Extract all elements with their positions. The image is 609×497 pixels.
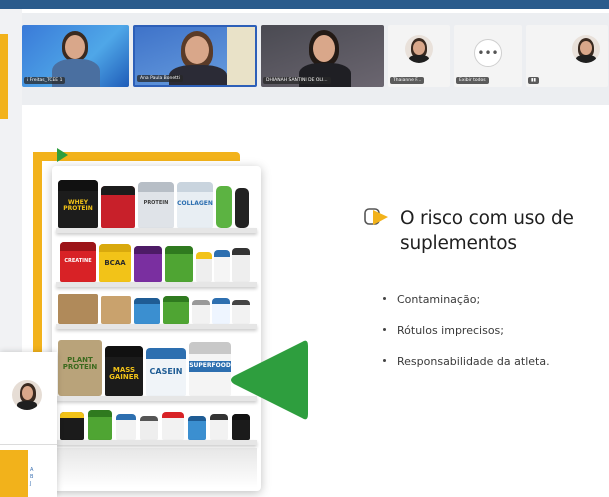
- participant-name: i Freitas_TCEE 1: [24, 77, 66, 84]
- list-item: Rótulos imprecisos;: [383, 324, 603, 355]
- supplement-jar: [162, 412, 184, 440]
- overlay-text: A B J: [30, 467, 34, 487]
- list-item: Responsabilidade da atleta.: [383, 355, 603, 386]
- view-all-tile[interactable]: ••• Exibir todos: [454, 25, 522, 87]
- collagen-jar: COLLAGEN: [177, 182, 213, 228]
- shaker-bottle: [216, 186, 232, 228]
- protein-jar: PROTEIN: [138, 182, 174, 228]
- supplement-jar: [60, 412, 84, 440]
- supplement-jar: [116, 414, 136, 440]
- supplement-jar: [165, 246, 193, 282]
- participant-name: Ana Paula Bonetti: [137, 75, 183, 82]
- supplement-jar: [196, 252, 212, 282]
- slide-title: O risco com uso de suplementos: [400, 206, 605, 256]
- view-all-label: Exibir todos: [456, 77, 489, 84]
- participant-tile-6[interactable]: ▮▮: [526, 25, 608, 87]
- supplement-jar: [88, 410, 112, 440]
- participant-name: Thaianne F...: [390, 77, 425, 84]
- shaker-bottle: [235, 188, 249, 228]
- signal-icon: ▮▮: [528, 77, 539, 84]
- supplement-jar: [192, 300, 210, 324]
- supplement-jar: [232, 248, 250, 282]
- participants-strip: i Freitas_TCEE 1 Ana Paula Bonetti DHIAN…: [22, 13, 609, 105]
- participant-tile-1[interactable]: i Freitas_TCEE 1: [22, 25, 129, 87]
- supplement-jar: [140, 416, 158, 440]
- plant-protein-bag: PLANT PROTEIN: [58, 340, 102, 396]
- bcaa-jar: BCAA: [99, 244, 131, 282]
- casein-jar: CASEIN: [146, 348, 186, 396]
- creatine-jar: CREATINE: [60, 242, 96, 282]
- supplement-jar: [134, 246, 162, 282]
- whey-protein-jar: WHEY PROTEIN: [58, 180, 98, 228]
- green-arrow-icon: [231, 340, 308, 420]
- supplement-jar: [188, 416, 206, 440]
- supplement-jar: [101, 186, 135, 228]
- participant-tile-2[interactable]: Ana Paula Bonetti: [133, 25, 257, 87]
- avatar: [12, 380, 42, 410]
- list-item: Contaminação;: [383, 293, 603, 324]
- superfood-jar: SUPERFOOD: [189, 342, 231, 396]
- top-bar: [0, 0, 609, 9]
- mass-gainer-jar: MASS GAINER: [105, 346, 143, 396]
- participant-tile-3[interactable]: DHIANAH SANTINI DE OLI...: [261, 25, 384, 87]
- supplement-jar: [232, 300, 250, 324]
- bullet-list: Contaminação; Rótulos imprecisos; Respon…: [383, 293, 603, 386]
- participant-name: DHIANAH SANTINI DE OLI...: [263, 77, 331, 84]
- supplement-jar: [212, 298, 230, 324]
- slide-title-line-1: O risco com uso de: [400, 208, 574, 229]
- supplement-jar: [134, 298, 160, 324]
- supplement-shelf-image: WHEY PROTEIN PROTEIN COLLAGEN CREATINE B…: [52, 166, 261, 491]
- secondary-window-overlay: A B J: [0, 352, 57, 497]
- left-accent: [0, 34, 8, 119]
- participant-tile-4[interactable]: Thaianne F...: [388, 25, 450, 87]
- slide-title-line-2: suplementos: [400, 233, 517, 254]
- title-bullet-icon: [364, 208, 388, 225]
- supplement-box: [101, 296, 131, 324]
- slide-tab-marker: [57, 148, 68, 162]
- supplement-jar: [214, 250, 230, 282]
- more-options-icon[interactable]: •••: [474, 39, 502, 67]
- supplement-jar: [163, 296, 189, 324]
- supplement-box: [58, 294, 98, 324]
